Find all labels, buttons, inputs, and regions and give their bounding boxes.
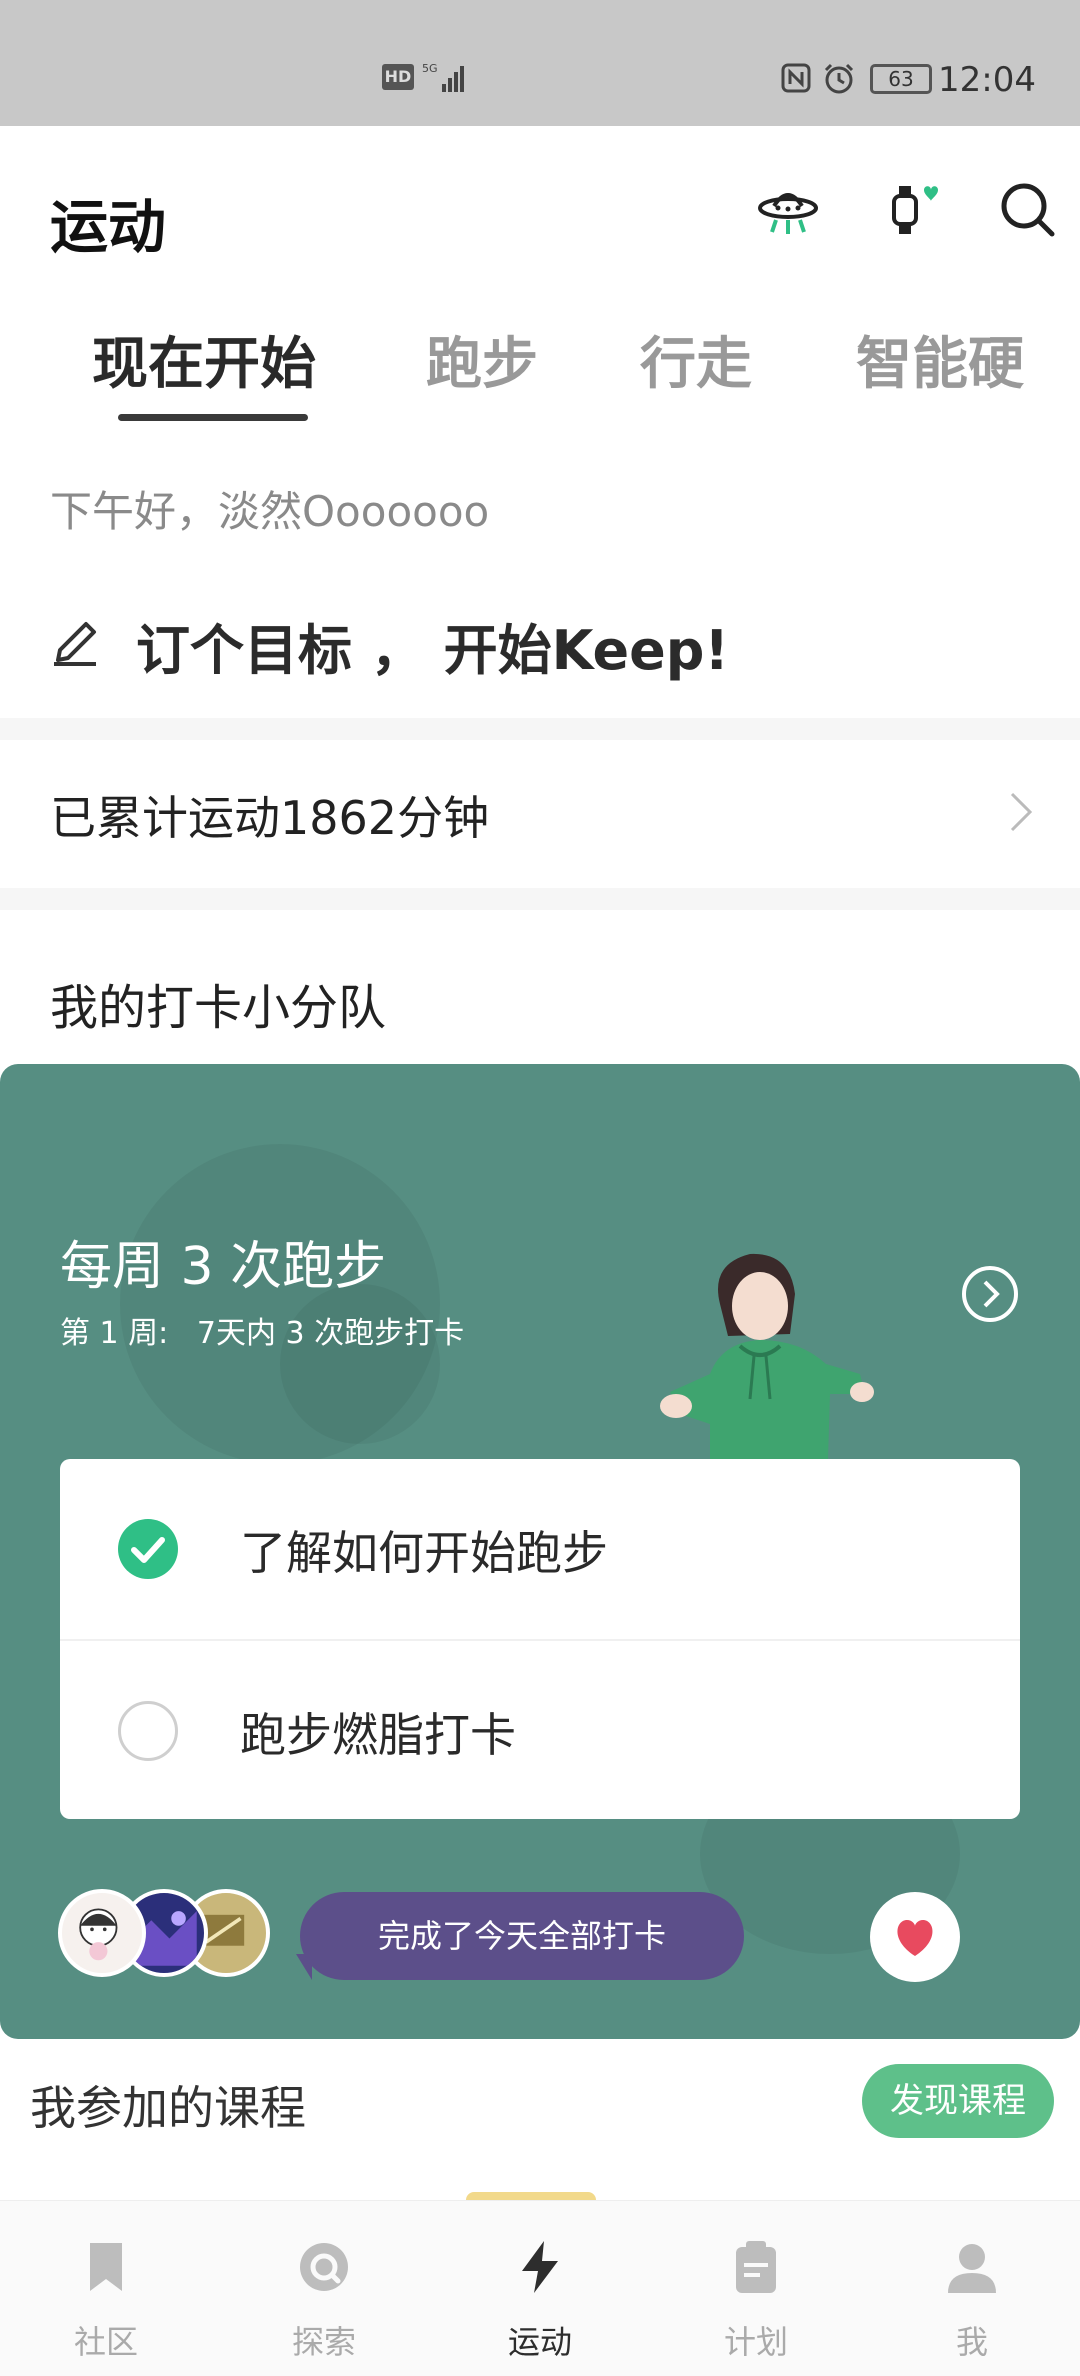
divider xyxy=(0,718,1080,740)
squad-section-title: 我的打卡小分队 xyxy=(50,980,387,1036)
smartwatch-icon[interactable] xyxy=(878,178,942,242)
person-icon xyxy=(948,2244,996,2293)
discover-courses-button[interactable]: 发现课程 xyxy=(862,2064,1054,2138)
nav-item-plan[interactable]: 计划 xyxy=(686,2221,826,2361)
squad-week-label: 第 1 周: 7天内 3 次跑步打卡 xyxy=(60,1316,465,1351)
nav-label: 我 xyxy=(955,2323,988,2361)
greeting-text: 下午好，淡然Ooooooo xyxy=(50,487,490,536)
total-exercise-row[interactable]: 已累计运动1862分钟 xyxy=(0,752,1080,872)
tab-walking[interactable]: 行走 xyxy=(640,330,752,400)
squad-card[interactable]: 每周 3 次跑步 第 1 周: 7天内 3 次跑步打卡 了解如何开始跑步 跑步燃… xyxy=(0,1064,1080,2039)
total-exercise-label: 已累计运动1862分钟 xyxy=(50,791,490,845)
svg-text:5G: 5G xyxy=(422,62,438,75)
chevron-right-icon xyxy=(1010,792,1033,832)
task-item[interactable]: 跑步燃脂打卡 xyxy=(60,1639,1020,1819)
nav-item-explore[interactable]: 探索 xyxy=(254,2221,394,2361)
clipboard-icon xyxy=(736,2241,776,2293)
nav-item-exercise[interactable]: 运动 xyxy=(470,2221,610,2361)
tab-underline xyxy=(118,414,308,421)
tab-running[interactable]: 跑步 xyxy=(426,330,538,400)
squad-goal-title: 每周 3 次跑步 xyxy=(60,1237,387,1297)
search-icon[interactable] xyxy=(996,178,1060,242)
nav-item-me[interactable]: 我 xyxy=(902,2221,1042,2361)
squad-task-list: 了解如何开始跑步 跑步燃脂打卡 xyxy=(60,1459,1020,1819)
task-item[interactable]: 了解如何开始跑步 xyxy=(60,1459,1020,1639)
nav-label: 计划 xyxy=(723,2323,788,2361)
like-button[interactable] xyxy=(870,1892,960,1982)
squad-member-avatars[interactable] xyxy=(58,1889,278,1979)
status-bubble: 完成了今天全部打卡 xyxy=(300,1892,744,1980)
avatar xyxy=(58,1889,146,1977)
task-label: 了解如何开始跑步 xyxy=(240,1526,608,1580)
cellular-signal-icon: 5G xyxy=(422,62,464,92)
chevron-circle-right-icon[interactable] xyxy=(960,1264,1020,1324)
nav-label: 运动 xyxy=(507,2323,572,2361)
unchecked-circle-icon xyxy=(118,1701,178,1761)
clock: 12:04 xyxy=(938,60,1036,100)
ufo-icon[interactable] xyxy=(756,178,820,242)
alarm-icon xyxy=(824,63,854,94)
checkmark-icon xyxy=(118,1519,178,1579)
heart-icon xyxy=(897,1920,933,1956)
nav-item-community[interactable]: 社区 xyxy=(36,2221,176,2361)
bookmark-icon xyxy=(90,2243,122,2291)
divider xyxy=(0,888,1080,910)
task-label: 跑步燃脂打卡 xyxy=(240,1708,516,1762)
tab-smart-hardware[interactable]: 智能硬 xyxy=(856,330,1024,400)
nfc-icon xyxy=(781,63,811,93)
status-bar: HD 5G 63 12:04 xyxy=(0,0,1080,126)
set-goal-label: 订个目标 ， 开始Keep! xyxy=(136,619,730,682)
bottom-nav: 社区 探索 运动 计划 我 xyxy=(0,2200,1080,2376)
hd-badge: HD xyxy=(382,64,414,90)
tab-start-now[interactable]: 现在开始 xyxy=(92,330,316,400)
pencil-icon xyxy=(54,622,96,666)
lightning-icon xyxy=(522,2241,558,2293)
courses-section-title: 我参加的课程 xyxy=(30,2081,306,2135)
nav-label: 社区 xyxy=(73,2323,138,2361)
page-title: 运动 xyxy=(50,193,167,261)
explore-icon xyxy=(300,2243,348,2291)
nav-label: 探索 xyxy=(291,2323,356,2361)
battery-indicator: 63 xyxy=(870,64,932,94)
